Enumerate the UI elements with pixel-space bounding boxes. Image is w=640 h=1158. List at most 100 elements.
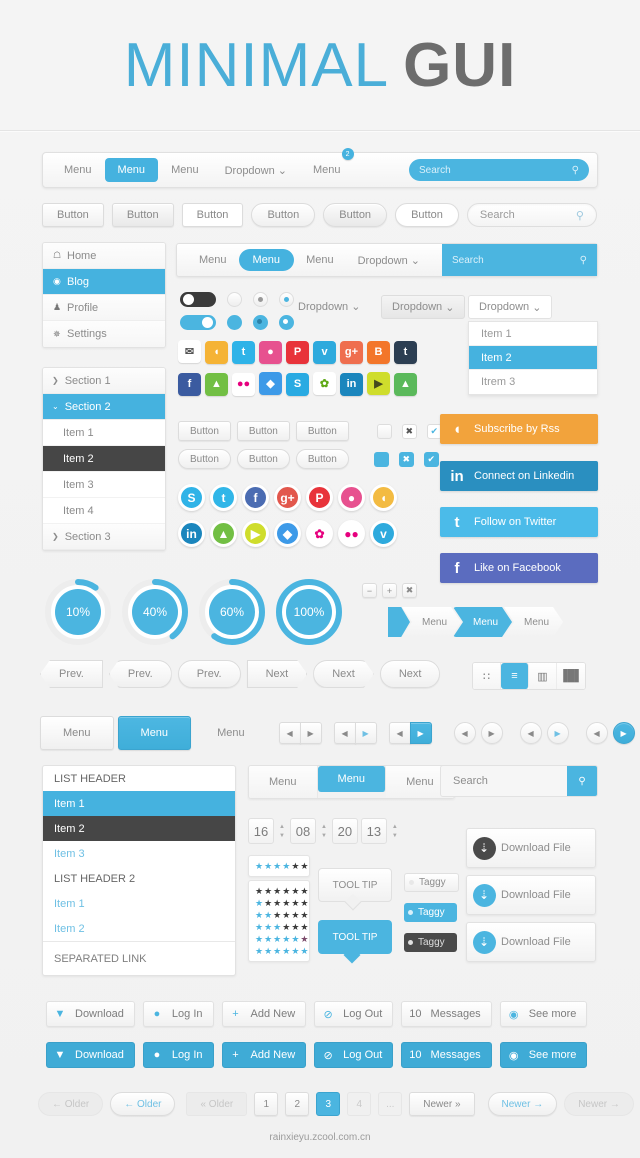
pagination-page-2[interactable]: 2 bbox=[285, 1092, 310, 1116]
delicious-icon[interactable]: ▶ bbox=[367, 372, 390, 395]
next-button-3[interactable]: Next bbox=[379, 660, 441, 688]
arrow-left-icon[interactable]: ◀ bbox=[333, 722, 356, 744]
breadcrumb-item-1[interactable]: Menu bbox=[402, 607, 461, 637]
stepper-arrows-2[interactable]: ▲ ▼ bbox=[321, 824, 327, 839]
blogger-icon[interactable]: B bbox=[367, 340, 390, 364]
star-row[interactable]: ★★★★★★ bbox=[255, 885, 308, 897]
arrow-left-icon[interactable]: ◀ bbox=[388, 722, 411, 744]
arrow-up-icon[interactable]: ▲ bbox=[279, 824, 285, 830]
cta-subscribe-rss[interactable]: ◖ Subscribe by Rss bbox=[440, 414, 598, 444]
cta-like-facebook[interactable]: f Like on Facebook bbox=[440, 553, 598, 583]
breadcrumb-item-2[interactable]: Menu bbox=[453, 607, 512, 637]
nav-item-menu-badge[interactable]: Menu 2 bbox=[300, 148, 354, 176]
stepper-value-3[interactable]: 20 bbox=[331, 818, 358, 844]
tag-blue[interactable]: Taggy bbox=[404, 903, 457, 922]
search-icon[interactable]: ⚲ bbox=[572, 165, 579, 176]
nav2-item-dropdown[interactable]: Dropdown ⌄ bbox=[346, 254, 432, 267]
action-button-log-out[interactable]: ⊘ Log Out bbox=[314, 1042, 394, 1068]
picasa-icon[interactable]: ✿ bbox=[306, 520, 333, 547]
arrow-left-icon[interactable]: ◀ bbox=[278, 722, 301, 744]
sidebar-item-profile[interactable]: ♟ Profile bbox=[43, 295, 165, 321]
nav2-item-menu-1[interactable]: Menu bbox=[187, 254, 239, 266]
detail-view-icon[interactable]: ▐█▌ bbox=[557, 663, 585, 689]
search-icon[interactable]: ⚲ bbox=[580, 255, 587, 266]
small-button-3[interactable]: Button bbox=[295, 421, 349, 441]
dropdown-gray[interactable]: Dropdown ⌄ bbox=[381, 295, 466, 319]
accordion-section-2[interactable]: ⌄ Section 2 bbox=[43, 394, 165, 420]
skype-icon[interactable]: S bbox=[286, 372, 309, 396]
button-flat-2[interactable]: Button bbox=[111, 203, 174, 227]
next-button-1[interactable]: Next bbox=[247, 660, 308, 688]
minus-button[interactable]: − bbox=[362, 583, 377, 598]
dropbox-icon[interactable]: ◆ bbox=[274, 520, 301, 547]
list-item-5[interactable]: Item 2 bbox=[43, 916, 235, 941]
twitter-icon[interactable]: t bbox=[210, 484, 237, 511]
nav2-item-menu-3[interactable]: Menu bbox=[294, 254, 346, 266]
small-round-button-3[interactable]: Button bbox=[295, 449, 349, 469]
checkbox-filled-x[interactable]: ✖ bbox=[398, 451, 414, 467]
dropdown-menu-item-3[interactable]: Itrem 3 bbox=[469, 370, 597, 394]
linkedin-icon[interactable]: in bbox=[178, 520, 205, 547]
radio-filled-dark-dot[interactable] bbox=[253, 315, 268, 330]
stepper-value-minutes[interactable]: 08 bbox=[289, 818, 316, 844]
star-filled-icon[interactable]: ★ bbox=[255, 861, 264, 871]
dropdown-plain[interactable]: Dropdown ⌄ bbox=[298, 300, 360, 313]
nav-item-menu-2[interactable]: Menu bbox=[104, 158, 159, 182]
action-button-log-out[interactable]: ⊘ Log Out bbox=[314, 1001, 394, 1027]
list-view-icon[interactable]: ≡ bbox=[501, 663, 529, 689]
star-row[interactable]: ★★★★★★ bbox=[255, 945, 308, 957]
action-button-messages[interactable]: 10 Messages bbox=[401, 1042, 492, 1068]
nav-item-menu-3[interactable]: Menu bbox=[158, 164, 212, 176]
dropbox-icon[interactable]: ◆ bbox=[259, 372, 282, 395]
pinterest-icon[interactable]: P bbox=[286, 340, 309, 364]
action-button-download[interactable]: ▼ Download bbox=[46, 1042, 135, 1068]
star-filled-icon[interactable]: ★ bbox=[282, 861, 291, 871]
action-button-see-more[interactable]: ◉ See more bbox=[499, 1042, 588, 1068]
facebook-icon[interactable]: f bbox=[178, 372, 201, 396]
tab2-menu-2[interactable]: Menu bbox=[317, 766, 387, 792]
accordion-item-4[interactable]: Item 4 bbox=[43, 498, 165, 524]
button-round-1[interactable]: Button bbox=[251, 203, 316, 227]
download-file-button-dark[interactable]: ⇣ Download File bbox=[466, 828, 596, 868]
accordion-item-3[interactable]: Item 3 bbox=[43, 472, 165, 498]
action-button-log-in[interactable]: ● Log In bbox=[142, 1042, 214, 1068]
arrow-up-icon[interactable]: ▲ bbox=[392, 824, 398, 830]
rss-icon[interactable]: ◖ bbox=[370, 484, 397, 511]
tab-menu-2[interactable]: Menu bbox=[117, 716, 192, 750]
tag-light[interactable]: Taggy bbox=[404, 873, 459, 892]
radio-empty[interactable] bbox=[227, 292, 242, 307]
stepper-value-4[interactable]: 13 bbox=[360, 818, 387, 844]
evernote-icon[interactable]: ▲ bbox=[205, 372, 228, 396]
arrow-right-icon[interactable]: ▶ bbox=[546, 722, 569, 744]
arrow-up-icon[interactable]: ▲ bbox=[321, 824, 327, 830]
list-separated-link[interactable]: SEPARATED LINK bbox=[43, 941, 235, 975]
dropdown-menu-item-1[interactable]: Item 1 bbox=[469, 322, 597, 346]
list-item-selected[interactable]: Item 1 bbox=[43, 791, 235, 816]
pagination-page-4[interactable]: 4 bbox=[347, 1092, 372, 1116]
dribbble-icon[interactable]: ● bbox=[338, 484, 365, 511]
cta-follow-twitter[interactable]: t Follow on Twitter bbox=[440, 507, 598, 537]
picasa-icon[interactable]: ✿ bbox=[313, 372, 336, 395]
arrow-down-icon[interactable]: ▼ bbox=[392, 833, 398, 839]
evernote-icon[interactable]: ▲ bbox=[210, 520, 237, 547]
dropdown-menu-item-2[interactable]: Item 2 bbox=[469, 346, 597, 370]
action-button-see-more[interactable]: ◉ See more bbox=[499, 1001, 588, 1027]
radio-dot-gray[interactable] bbox=[253, 292, 268, 307]
googleplus-icon[interactable]: g+ bbox=[340, 340, 363, 364]
vimeo-icon[interactable]: v bbox=[370, 520, 397, 547]
arrow-right-icon[interactable]: ▶ bbox=[480, 722, 503, 744]
action-button-add-new[interactable]: + Add New bbox=[221, 1001, 307, 1027]
forrst-icon[interactable]: ▲ bbox=[394, 372, 417, 396]
star-row[interactable]: ★★★★★★ bbox=[255, 897, 308, 909]
dribbble-icon[interactable]: ● bbox=[259, 340, 282, 364]
close-button[interactable]: ✖ bbox=[402, 583, 417, 598]
grid-view-icon[interactable]: ∷ bbox=[473, 663, 501, 689]
plus-button[interactable]: + bbox=[382, 583, 397, 598]
arrow-right-icon[interactable]: ▶ bbox=[612, 722, 635, 744]
radio-dot-blue[interactable] bbox=[279, 292, 294, 307]
dropdown-white[interactable]: Dropdown ⌄ bbox=[468, 295, 553, 319]
button-round-2[interactable]: Button bbox=[323, 203, 388, 227]
search-input[interactable]: Search bbox=[441, 766, 567, 796]
cta-connect-linkedin[interactable]: in Connect on Linkedin bbox=[440, 461, 598, 491]
nav2-item-menu-2[interactable]: Menu bbox=[238, 249, 295, 271]
